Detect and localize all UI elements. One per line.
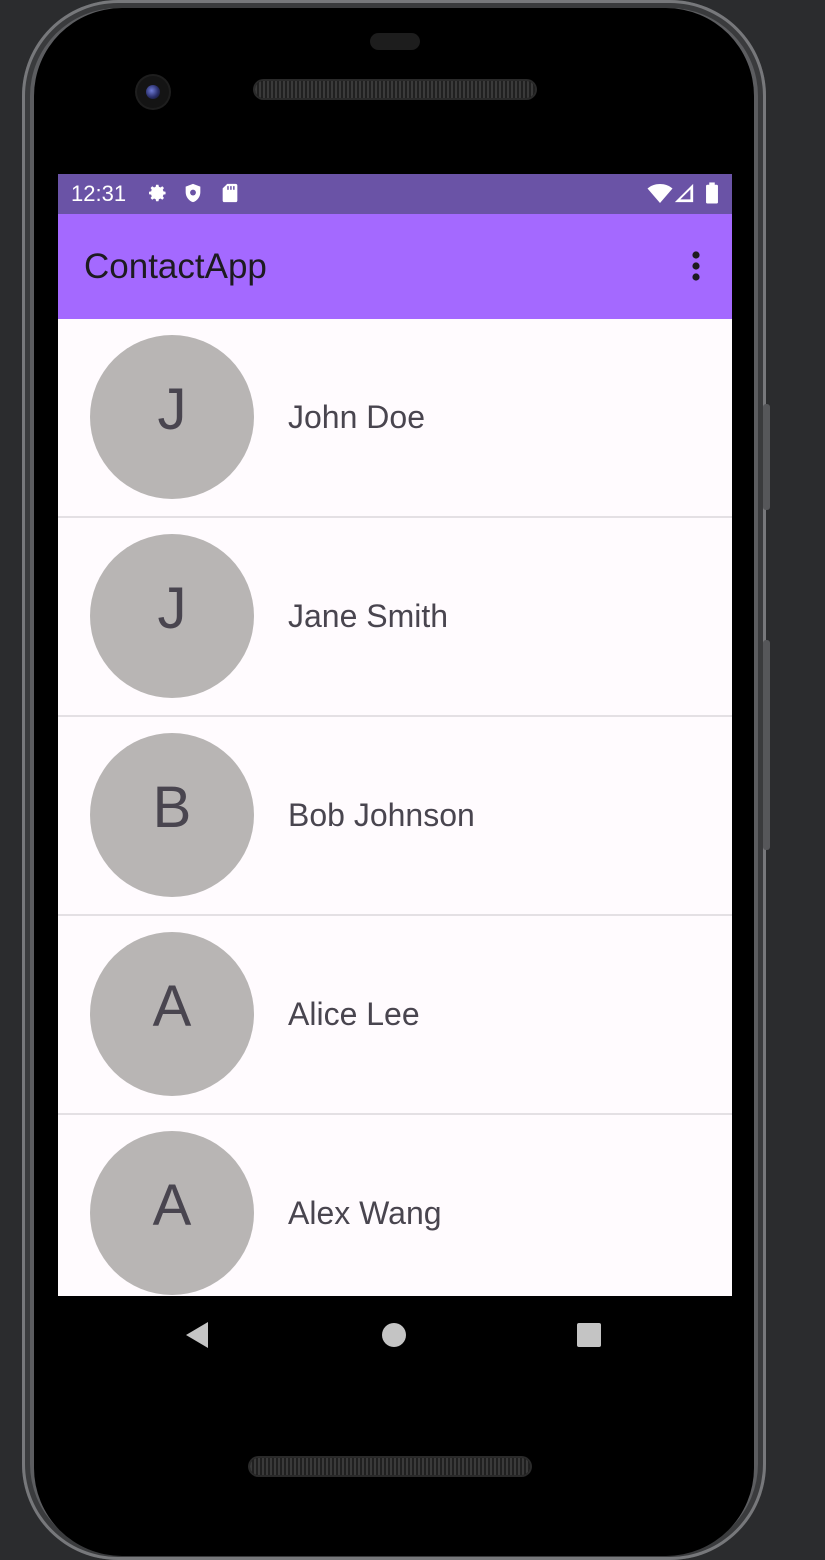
contact-name: Jane Smith: [288, 598, 449, 634]
sd-card-icon: [222, 183, 238, 203]
contact-name: John Doe: [288, 399, 425, 435]
device-screen: 12:31 ContactApp J John Doe J Jane Smith…: [58, 174, 732, 1296]
bottom-speaker: [250, 1458, 530, 1475]
more-vert-icon[interactable]: [676, 244, 716, 288]
avatar: B: [90, 733, 254, 897]
contact-name: Bob Johnson: [288, 797, 475, 833]
proximity-sensor: [370, 33, 420, 50]
shield-icon: [185, 183, 201, 203]
volume-button: [763, 640, 770, 850]
front-camera: [137, 76, 169, 108]
avatar: J: [90, 534, 254, 698]
avatar: J: [90, 335, 254, 499]
contact-name: Alice Lee: [288, 996, 420, 1032]
contact-row[interactable]: J Jane Smith: [58, 518, 732, 717]
earpiece-speaker: [255, 81, 535, 98]
contact-row[interactable]: A Alice Lee: [58, 916, 732, 1115]
avatar: A: [90, 1131, 254, 1295]
wifi-icon: [647, 184, 673, 203]
avatar: A: [90, 932, 254, 1096]
contact-row[interactable]: J John Doe: [58, 319, 732, 518]
power-button: [763, 404, 770, 510]
app-title: ContactApp: [84, 247, 267, 286]
back-icon[interactable]: [180, 1318, 214, 1352]
gear-icon: [149, 184, 166, 202]
recents-icon[interactable]: [572, 1318, 606, 1352]
contact-row[interactable]: A Alex Wang: [58, 1115, 732, 1296]
status-time: 12:31: [71, 181, 127, 206]
home-icon[interactable]: [377, 1318, 411, 1352]
cell-signal-icon: [674, 183, 694, 203]
status-bar: 12:31: [58, 174, 732, 214]
contact-list: J John Doe J Jane Smith B Bob Johnson A …: [58, 319, 732, 1296]
app-bar: ContactApp: [58, 214, 732, 319]
battery-icon: [706, 182, 718, 204]
navigation-bar: [58, 1296, 732, 1376]
contact-row[interactable]: B Bob Johnson: [58, 717, 732, 916]
contact-name: Alex Wang: [288, 1195, 442, 1231]
